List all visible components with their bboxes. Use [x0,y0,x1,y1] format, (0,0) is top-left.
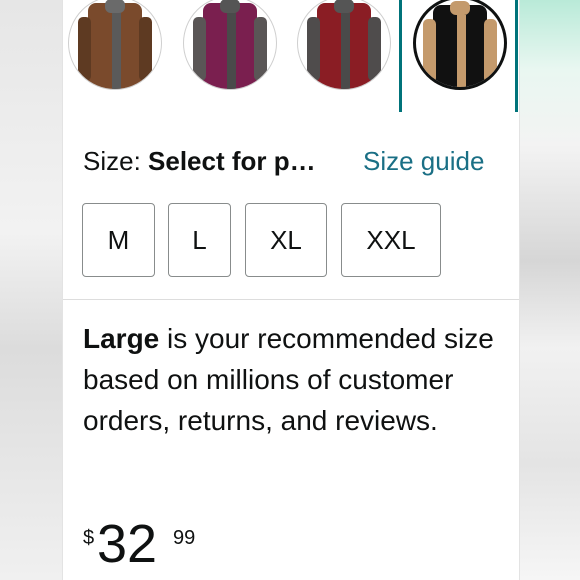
product-thumbnail [193,0,267,89]
color-swatch-brown[interactable] [68,0,162,90]
recommended-size: Large [83,323,160,354]
color-swatch-row [63,0,519,112]
background-right [518,0,580,580]
color-swatch-leopard[interactable] [413,0,507,90]
price-symbol: $ [83,527,95,549]
size-option-xl[interactable]: XL [245,203,327,277]
size-selector-label: Size: Select for p… [83,146,316,177]
size-guide-link[interactable]: Size guide [363,146,484,177]
selected-indicator-left [399,0,402,112]
selected-indicator-right [515,0,518,112]
product-thumbnail [78,0,152,89]
price-whole: 32 [97,514,158,574]
price-fraction: 99 [173,527,196,549]
size-recommendation: Large is your recommended size based on … [83,318,503,441]
size-option-m[interactable]: M [82,203,155,277]
size-value: Select for p… [148,146,316,176]
size-label: Size: [83,146,149,176]
size-option-xxl[interactable]: XXL [341,203,441,277]
background-left [0,0,62,580]
divider [63,299,519,300]
color-swatch-red[interactable] [297,0,391,90]
product-options-panel: Size: Select for p… Size guide M L XL XX… [62,0,520,580]
size-option-l[interactable]: L [168,203,231,277]
product-thumbnail [307,0,381,89]
color-swatch-wine[interactable] [183,0,277,90]
product-thumbnail [423,1,497,87]
